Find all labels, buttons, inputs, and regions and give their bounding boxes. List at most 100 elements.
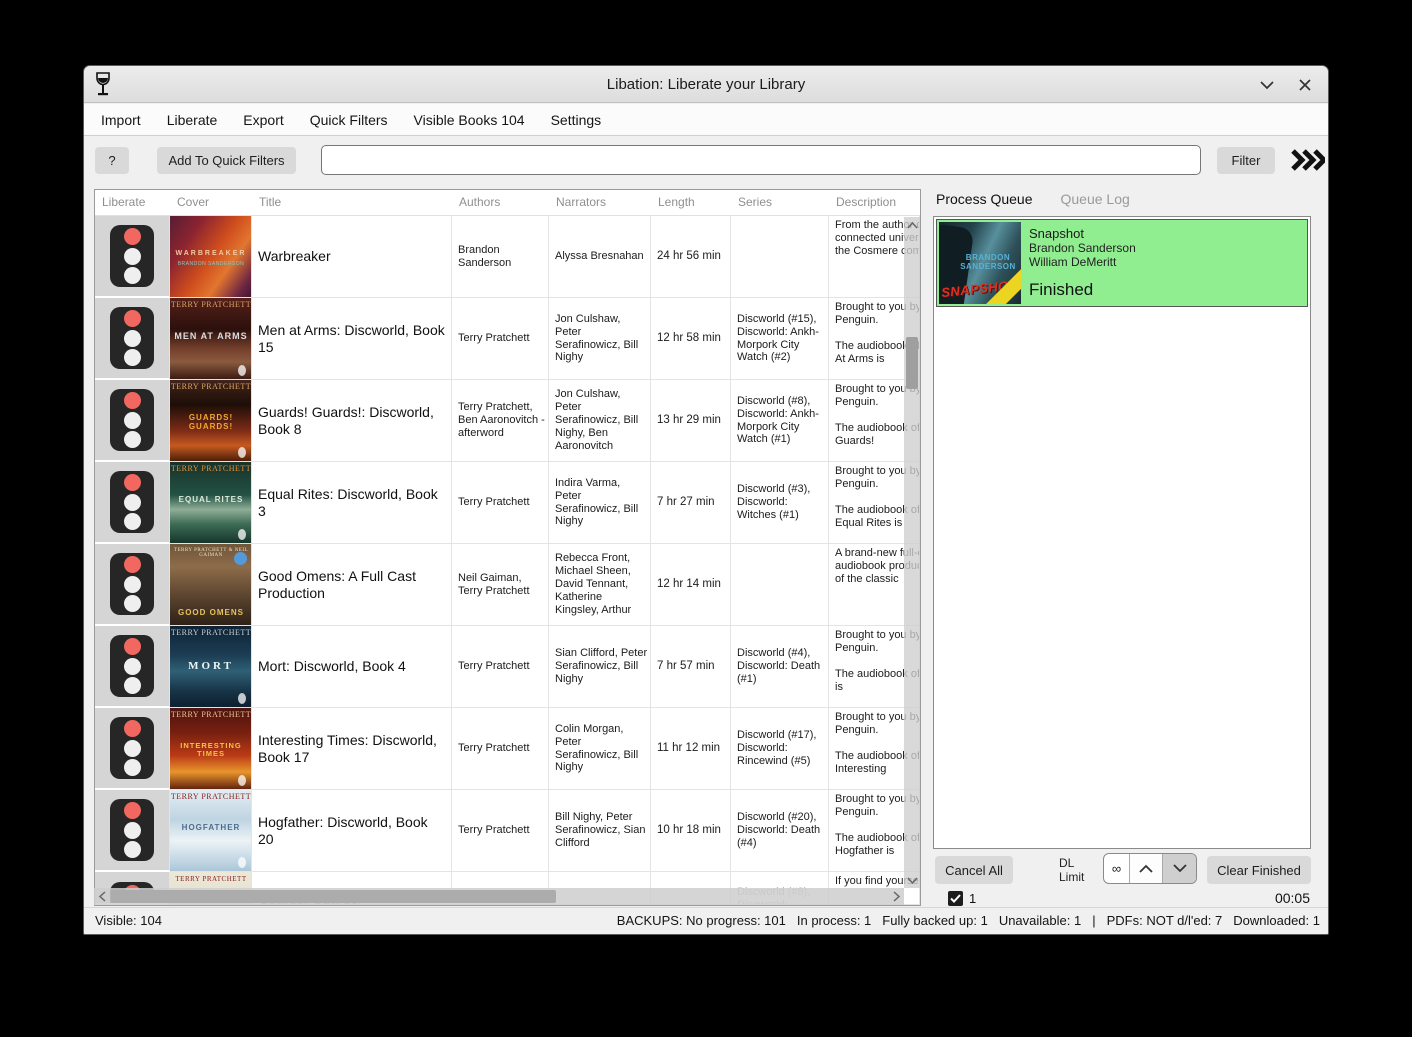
help-button[interactable]: ? (95, 147, 129, 174)
narrators-cell: Sian Clifford, Peter Serafinowicz, Bill … (549, 626, 651, 708)
queue-count-checkbox[interactable] (948, 891, 963, 906)
liberate-status-icon[interactable] (110, 553, 154, 615)
liberate-status-icon[interactable] (110, 799, 154, 861)
narrators-cell: Indira Varma, Peter Serafinowicz, Bill N… (549, 462, 651, 544)
triple-chevron-icon[interactable] (1287, 145, 1327, 175)
table-row[interactable]: WARBREAKER BRANDON SANDERSON Warbreaker … (95, 216, 920, 298)
liberate-status-icon[interactable] (110, 307, 154, 369)
tab-process-queue[interactable]: Process Queue (936, 191, 1033, 207)
queue-item-title: Snapshot (1029, 226, 1303, 241)
cover-title-text: MEN AT ARMS (170, 332, 252, 342)
liberate-cell (95, 216, 170, 298)
cover-title-text: INTERESTING TIMES (170, 742, 252, 759)
libation-window: Libation: Liberate your Library Import L… (83, 65, 1329, 935)
menu-quick-filters[interactable]: Quick Filters (297, 104, 401, 136)
cover-title-text: HOGFATHER (170, 824, 252, 833)
red-light (124, 802, 141, 819)
cover-author-text: TERRY PRATCHETT (170, 629, 252, 637)
col-header-description[interactable]: Description (829, 190, 920, 215)
cover-title-text: GUARDS! GUARDS! (170, 414, 252, 432)
liberate-status-icon[interactable] (110, 471, 154, 533)
menu-export[interactable]: Export (230, 104, 296, 136)
scroll-up-icon[interactable] (904, 217, 920, 233)
status-separator: | (1092, 913, 1095, 928)
col-header-length[interactable]: Length (651, 190, 731, 215)
elapsed-timer: 00:05 (1275, 890, 1310, 906)
wine-glass-icon (93, 71, 113, 103)
scroll-right-icon[interactable] (888, 888, 904, 905)
menu-bar: Import Liberate Export Quick Filters Vis… (84, 104, 1328, 136)
cover-author-text: TERRY PRATCHETT & NEIL GAIMAN (170, 548, 252, 558)
liberate-status-icon[interactable] (110, 225, 154, 287)
window-title: Libation: Liberate your Library (84, 76, 1328, 93)
book-cover: TERRY PRATCHETT MEN AT ARMS (170, 298, 252, 380)
library-grid: Liberate Cover Title Authors Narrators L… (94, 189, 921, 906)
title-cell: Warbreaker (252, 216, 452, 298)
status-backups: BACKUPS: No progress: 101 (617, 913, 786, 928)
col-header-series[interactable]: Series (731, 190, 829, 215)
yellow-light (124, 412, 141, 429)
table-row[interactable]: TERRY PRATCHETT GUARDS! GUARDS! Guards! … (95, 380, 920, 462)
narrators-cell: Rebecca Front, Michael Sheen, David Tenn… (549, 544, 651, 626)
filter-button[interactable]: Filter (1217, 147, 1275, 174)
series-cell: Discworld (#3), Discworld: Witches (#1) (731, 462, 829, 544)
yellow-light (124, 822, 141, 839)
menu-import[interactable]: Import (88, 104, 154, 136)
horizontal-scroll-thumb[interactable] (111, 890, 556, 903)
close-button[interactable] (1296, 76, 1314, 94)
table-row[interactable]: TERRY PRATCHETT MORT Mort: Discworld, Bo… (95, 626, 920, 708)
cover-author-text: TERRY PRATCHETT (170, 793, 252, 801)
table-row[interactable]: TERRY PRATCHETT & NEIL GAIMAN GOOD OMENS… (95, 544, 920, 626)
narrators-cell: Jon Culshaw, Peter Serafinowicz, Bill Ni… (549, 380, 651, 462)
col-header-narrators[interactable]: Narrators (549, 190, 651, 215)
minimize-chevron-button[interactable] (1258, 76, 1276, 94)
queue-item-cover: BRANDON SANDERSON SNAPSHOT (939, 222, 1021, 304)
title-cell: Interesting Times: Discworld, Book 17 (252, 708, 452, 790)
tab-queue-log[interactable]: Queue Log (1061, 191, 1130, 207)
spinner-down-button[interactable] (1163, 854, 1196, 883)
scroll-down-icon[interactable] (904, 872, 920, 888)
grid-horizontal-scrollbar[interactable] (94, 888, 904, 905)
narrators-cell: Bill Nighy, Peter Serafinowicz, Sian Cli… (549, 790, 651, 872)
status-unavailable: Unavailable: 1 (999, 913, 1081, 928)
authors-cell: Terry Pratchett (452, 708, 549, 790)
green-light (124, 841, 141, 858)
cancel-all-button[interactable]: Cancel All (935, 856, 1013, 884)
red-light (124, 392, 141, 409)
menu-liberate[interactable]: Liberate (154, 104, 231, 136)
spinner-up-button[interactable] (1130, 854, 1163, 883)
cover-cell: WARBREAKER BRANDON SANDERSON (170, 216, 252, 298)
authors-cell: Terry Pratchett (452, 626, 549, 708)
cover-cell: TERRY PRATCHETT EQUAL RITES (170, 462, 252, 544)
narrators-cell: Alyssa Bresnahan (549, 216, 651, 298)
col-header-liberate[interactable]: Liberate (95, 190, 170, 215)
col-header-title[interactable]: Title (252, 190, 452, 215)
col-header-authors[interactable]: Authors (452, 190, 549, 215)
yellow-light (124, 330, 141, 347)
menu-visible-books[interactable]: Visible Books 104 (401, 104, 538, 136)
table-row[interactable]: TERRY PRATCHETT MEN AT ARMS Men at Arms:… (95, 298, 920, 380)
yellow-light (124, 248, 141, 265)
table-row[interactable]: TERRY PRATCHETT HOGFATHER Hogfather: Dis… (95, 790, 920, 872)
length-cell: 13 hr 29 min (651, 380, 731, 462)
authors-cell: Terry Pratchett (452, 790, 549, 872)
table-row[interactable]: TERRY PRATCHETT INTERESTING TIMES Intere… (95, 708, 920, 790)
liberate-status-icon[interactable] (110, 717, 154, 779)
grid-vertical-scrollbar[interactable] (904, 217, 920, 888)
col-header-cover[interactable]: Cover (170, 190, 252, 215)
green-light (124, 349, 141, 366)
liberate-status-icon[interactable] (110, 635, 154, 697)
queue-item-finished[interactable]: BRANDON SANDERSON SNAPSHOT Snapshot Bran… (936, 219, 1308, 307)
add-to-quick-filters-button[interactable]: Add To Quick Filters (157, 147, 296, 174)
dl-limit-label: DL Limit (1059, 856, 1099, 885)
clear-finished-button[interactable]: Clear Finished (1207, 856, 1311, 884)
liberate-status-icon[interactable] (110, 389, 154, 451)
vertical-scroll-thumb[interactable] (906, 337, 918, 389)
queue-count-label: 1 (969, 891, 976, 906)
title-bar[interactable]: Libation: Liberate your Library (84, 66, 1328, 103)
menu-settings[interactable]: Settings (538, 104, 615, 136)
scroll-left-icon[interactable] (94, 888, 110, 905)
search-input[interactable] (321, 145, 1201, 175)
table-row[interactable]: TERRY PRATCHETT EQUAL RITES Equal Rites:… (95, 462, 920, 544)
series-cell: Discworld (#8), Discworld: Ankh-Morpork … (731, 380, 829, 462)
